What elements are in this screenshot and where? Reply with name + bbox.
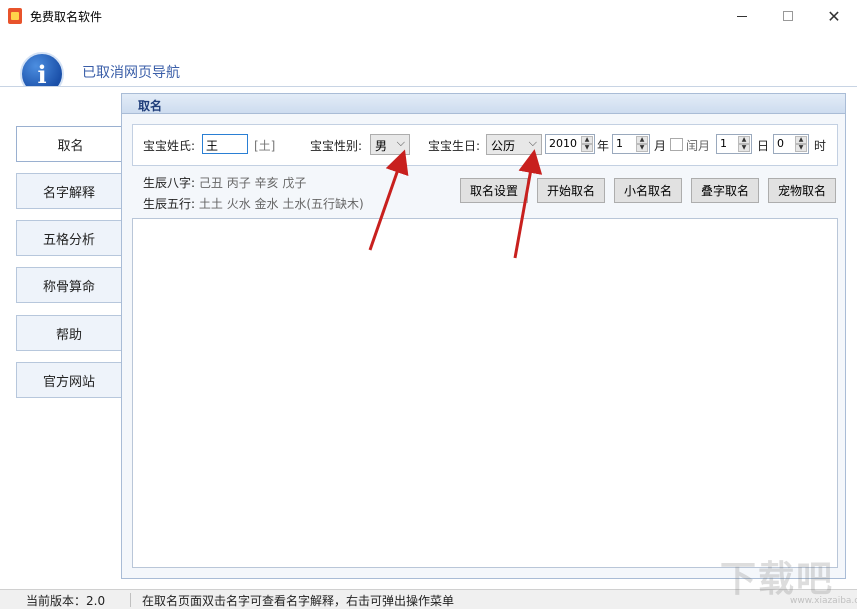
header-banner: i 已取消网页导航 <box>0 32 857 96</box>
watermark-url: www.xiazaiba.com <box>790 596 857 606</box>
wuxing-row: 生辰五行: 土土 火水 金水 土水(五行缺木) <box>143 195 364 212</box>
status-hint: 在取名页面双击名字可查看名字解释，右击可弹出操作菜单 <box>142 594 455 608</box>
calendar-value: 公历 <box>491 139 516 153</box>
hour-spinner[interactable]: 0 ▲ ▼ <box>773 134 809 154</box>
naming-settings-button[interactable]: 取名设置 <box>460 178 528 203</box>
nickname-button[interactable]: 小名取名 <box>614 178 682 203</box>
gender-select[interactable]: 男 ⌵ <box>370 134 410 155</box>
version-text: 当前版本：2.0 <box>26 594 106 608</box>
month-value: 1 <box>616 137 623 150</box>
bazi-label: 生辰八字: <box>143 176 196 190</box>
close-icon: ✕ <box>827 6 841 26</box>
double-name-button[interactable]: 叠字取名 <box>691 178 759 203</box>
chevron-down-icon: ⌵ <box>396 136 405 149</box>
banner-text: 已取消网页导航 <box>82 65 180 81</box>
menu-item-official-site[interactable]: 官方网站 <box>16 362 122 398</box>
minimize-button[interactable] <box>719 0 765 32</box>
menu-item-help[interactable]: 帮助 <box>16 315 122 351</box>
title-bar: 免费取名软件 ✕ <box>0 0 857 32</box>
hour-unit: 时 <box>814 139 827 153</box>
surname-element: [土] <box>254 139 276 153</box>
panel-title: 取名 <box>122 94 845 114</box>
bazi-row: 生辰八字: 己丑 丙子 辛亥 戊子 <box>143 174 306 191</box>
menu-item-wuge-analysis[interactable]: 五格分析 <box>16 220 122 256</box>
gender-value: 男 <box>375 139 388 153</box>
menu-item-name-explain[interactable]: 名字解释 <box>16 173 122 209</box>
leap-month-label: 闰月 <box>686 139 711 153</box>
day-value: 1 <box>720 137 727 150</box>
surname-input[interactable]: 王 <box>202 134 248 154</box>
minimize-icon <box>737 15 747 17</box>
results-area[interactable] <box>132 218 838 568</box>
spinner-arrows[interactable]: ▲ ▼ <box>738 136 750 152</box>
leap-month-checkbox[interactable] <box>670 138 683 151</box>
year-unit: 年 <box>597 139 610 153</box>
close-button[interactable]: ✕ <box>811 0 857 32</box>
pet-name-button[interactable]: 宠物取名 <box>768 178 836 203</box>
menu-item-bone-weight[interactable]: 称骨算命 <box>16 267 122 303</box>
bazi-value: 己丑 丙子 辛亥 戊子 <box>198 176 307 190</box>
birthday-label: 宝宝生日: <box>428 139 481 153</box>
year-spinner[interactable]: 2010 ▲ ▼ <box>545 134 595 154</box>
day-unit: 日 <box>757 139 770 153</box>
calendar-select[interactable]: 公历 ⌵ <box>486 134 542 155</box>
surname-label: 宝宝姓氏: <box>143 139 196 153</box>
month-spinner[interactable]: 1 ▲ ▼ <box>612 134 650 154</box>
wuxing-label: 生辰五行: <box>143 197 196 211</box>
spinner-arrows[interactable]: ▲ ▼ <box>795 136 807 152</box>
status-divider <box>130 593 131 607</box>
gender-label: 宝宝性别: <box>310 139 363 153</box>
hour-value: 0 <box>777 137 784 150</box>
spinner-arrows[interactable]: ▲ ▼ <box>581 136 593 152</box>
app-icon <box>8 8 22 24</box>
watermark: 下载吧 <box>720 559 835 600</box>
maximize-icon <box>783 11 793 21</box>
window-title: 免费取名软件 <box>30 10 103 24</box>
menu-item-naming[interactable]: 取名 <box>16 126 124 162</box>
month-unit: 月 <box>654 139 667 153</box>
spinner-arrows[interactable]: ▲ ▼ <box>636 136 648 152</box>
start-naming-button[interactable]: 开始取名 <box>537 178 605 203</box>
chevron-down-icon: ⌵ <box>528 136 537 149</box>
maximize-button[interactable] <box>765 0 811 32</box>
year-value: 2010 <box>549 137 577 150</box>
wuxing-value: 土土 火水 金水 土水(五行缺木) <box>198 197 364 211</box>
day-spinner[interactable]: 1 ▲ ▼ <box>716 134 752 154</box>
